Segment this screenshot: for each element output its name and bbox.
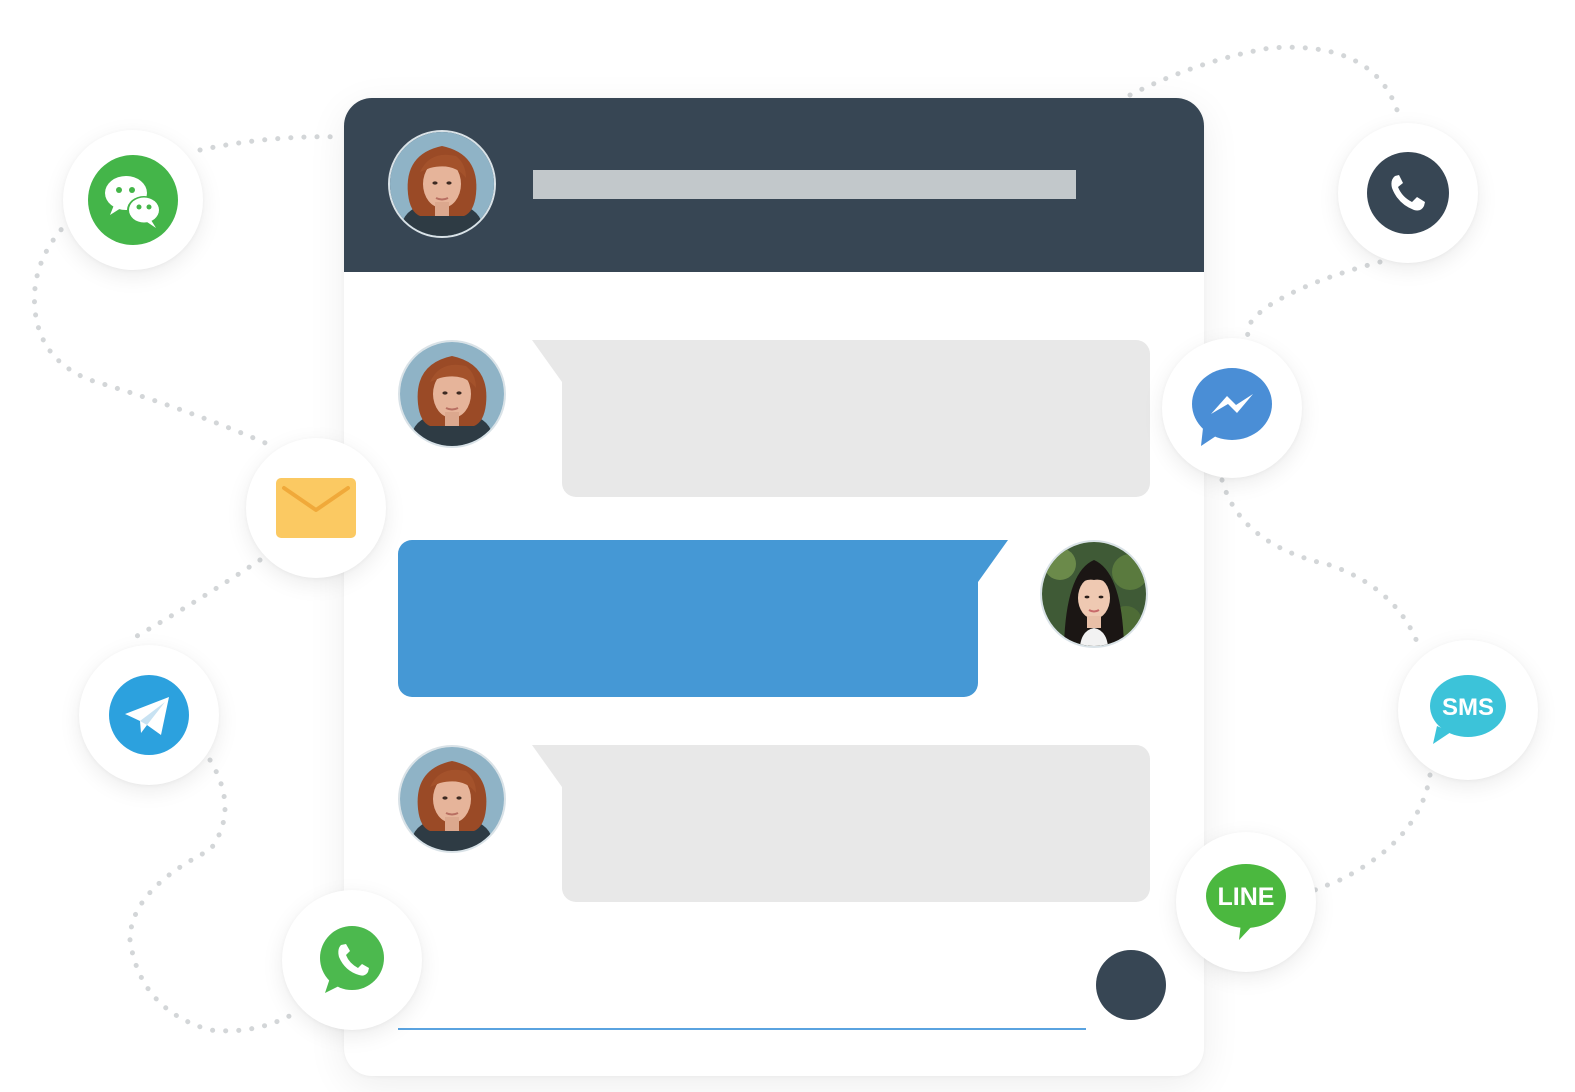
connector-wechat-email xyxy=(197,134,343,153)
messenger-icon xyxy=(1192,368,1272,446)
contact-avatar[interactable] xyxy=(388,130,496,238)
line-bubble-icon: LINE xyxy=(1206,864,1286,940)
connector-sms-line xyxy=(1312,772,1433,893)
avatar-redhead-portrait xyxy=(400,342,504,446)
whatsapp-badge[interactable] xyxy=(282,890,422,1030)
sms-label: SMS xyxy=(1442,694,1494,721)
line-label: LINE xyxy=(1218,883,1275,911)
envelope-icon xyxy=(276,478,356,538)
sms-bubble-icon: SMS xyxy=(1430,675,1506,744)
incoming-avatar xyxy=(398,745,506,853)
sms-badge[interactable]: SMS xyxy=(1398,640,1538,780)
email-badge[interactable] xyxy=(246,438,386,578)
telegram-badge[interactable] xyxy=(79,645,219,785)
wechat-badge[interactable] xyxy=(63,130,203,270)
avatar-redhead-portrait xyxy=(400,747,504,851)
connector-phone-messenger xyxy=(1245,259,1383,343)
connector-telegram-whatsapp xyxy=(127,757,303,1034)
line-badge[interactable]: LINE xyxy=(1176,832,1316,972)
whatsapp-icon xyxy=(320,926,384,993)
connector-email-telegram xyxy=(127,557,263,643)
avatar-redhead-portrait xyxy=(390,132,494,236)
telegram-icon xyxy=(109,675,189,755)
avatar-dark-hair-portrait xyxy=(1042,542,1146,646)
phone-badge[interactable] xyxy=(1338,123,1478,263)
user-avatar xyxy=(1040,540,1148,648)
incoming-avatar xyxy=(398,340,506,448)
bubble-tail xyxy=(968,540,1008,582)
phone-icon xyxy=(1367,152,1449,234)
connector-messenger-sms xyxy=(1219,477,1423,653)
wechat-icon xyxy=(88,155,178,245)
contact-name-placeholder-bar xyxy=(533,170,1076,199)
send-button[interactable] xyxy=(1096,950,1166,1020)
messenger-badge[interactable] xyxy=(1162,338,1302,478)
message-input-underline[interactable] xyxy=(398,1028,1086,1030)
chat-header xyxy=(344,98,1204,272)
chat-window xyxy=(344,98,1204,1076)
